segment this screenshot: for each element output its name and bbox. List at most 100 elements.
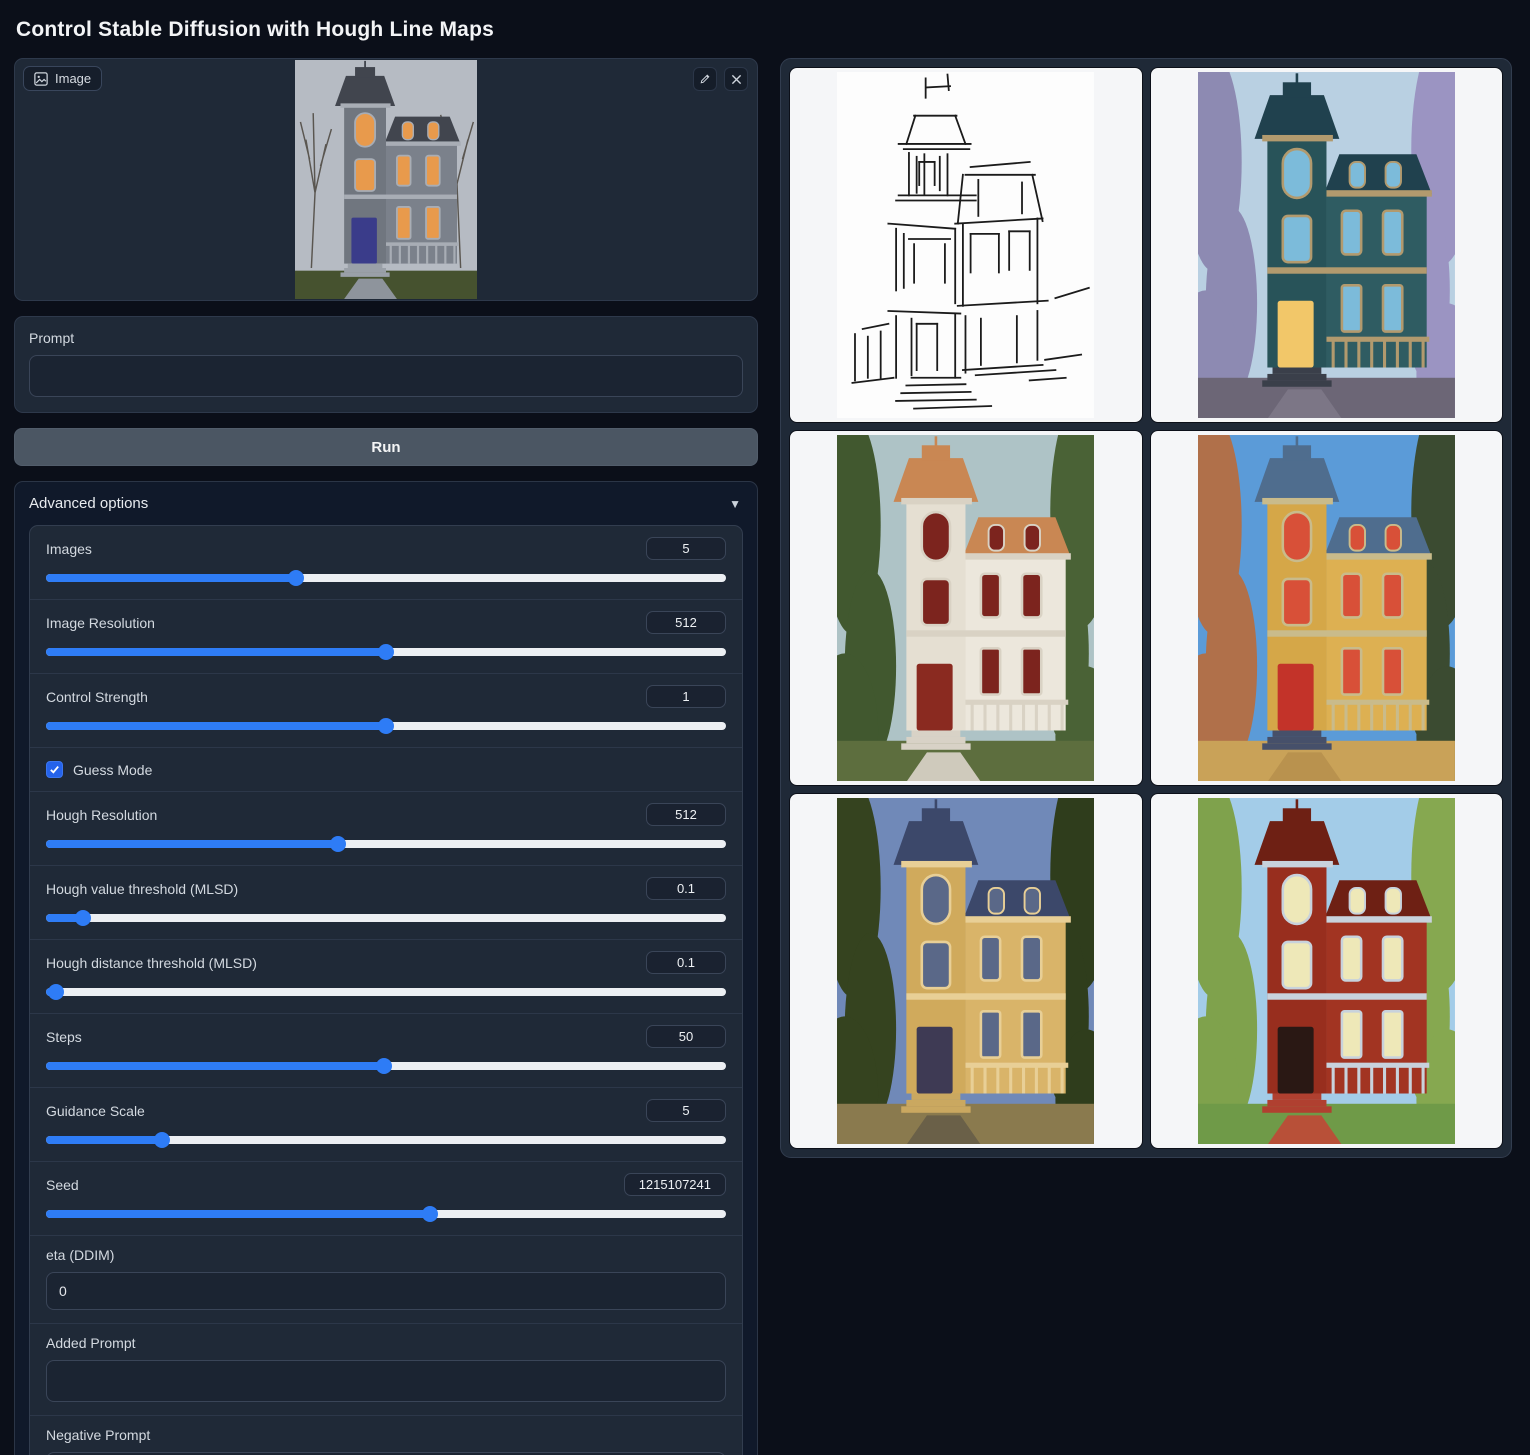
prompt-label: Prompt — [29, 330, 743, 346]
slider-thumb[interactable] — [154, 1132, 170, 1148]
slider-label: Image Resolution — [46, 615, 155, 631]
chevron-down-icon: ▼ — [729, 497, 741, 511]
slider-track — [46, 914, 726, 922]
slider-thumb[interactable] — [75, 910, 91, 926]
slider-fill — [46, 840, 338, 848]
slider-label: Seed — [46, 1177, 79, 1193]
slider[interactable] — [46, 910, 726, 926]
slider-value-input[interactable]: 1 — [646, 685, 726, 708]
slider[interactable] — [46, 1058, 726, 1074]
advanced-options-accordion: Advanced options ▼ Images 5 Image Resolu… — [14, 481, 758, 1455]
slider-row: Control Strength 1 — [30, 674, 742, 748]
slider[interactable] — [46, 570, 726, 586]
slider-thumb[interactable] — [422, 1206, 438, 1222]
slider[interactable] — [46, 644, 726, 660]
slider-thumb[interactable] — [378, 644, 394, 660]
run-button[interactable]: Run — [14, 428, 758, 466]
slider[interactable] — [46, 718, 726, 734]
slider-row: Steps 50 — [30, 1014, 742, 1088]
victorian-house-photo — [295, 60, 477, 299]
slider-value-input[interactable]: 5 — [646, 1099, 726, 1122]
number-field-label: eta (DDIM) — [46, 1247, 726, 1263]
hough-line-map-image — [837, 72, 1094, 419]
slider-row: Image Resolution 512 — [30, 600, 742, 674]
slider-row: Seed 1215107241 — [30, 1162, 742, 1236]
slider-label: Control Strength — [46, 689, 148, 705]
slider-value-input[interactable]: 0.1 — [646, 877, 726, 900]
textarea-field-label: Added Prompt — [46, 1335, 726, 1351]
gallery-item-yellow-victorian-painting[interactable] — [1150, 430, 1504, 786]
advanced-options-body: Images 5 Image Resolution 512 Control St… — [29, 525, 743, 1455]
slider-fill — [46, 1062, 384, 1070]
slider-row: Guidance Scale 5 — [30, 1088, 742, 1162]
slider-value-input[interactable]: 1215107241 — [624, 1173, 726, 1196]
pencil-icon — [699, 73, 711, 85]
number-field-row: eta (DDIM) — [30, 1236, 742, 1324]
slider-value-input[interactable]: 512 — [646, 803, 726, 826]
check-icon — [49, 764, 60, 775]
advanced-options-title: Advanced options — [29, 495, 148, 512]
red-brick-victorian-painting-image — [1198, 798, 1455, 1145]
gallery-item-hough-line-map[interactable] — [789, 67, 1143, 423]
clear-image-button[interactable] — [724, 67, 748, 91]
image-icon — [34, 72, 48, 86]
main-layout: Image — [14, 58, 1512, 1455]
slider-row: Hough value threshold (MLSD) 0.1 — [30, 866, 742, 940]
prompt-block: Prompt — [14, 316, 758, 413]
slider-fill — [46, 722, 386, 730]
slider-label: Steps — [46, 1029, 82, 1045]
slider-track — [46, 988, 726, 996]
slider-fill — [46, 1210, 430, 1218]
yellow-victorian-painting-image — [1198, 435, 1455, 782]
slider-label: Images — [46, 541, 92, 557]
slider-label: Hough Resolution — [46, 807, 157, 823]
slider-thumb[interactable] — [376, 1058, 392, 1074]
slider-fill — [46, 648, 386, 656]
slider-value-input[interactable]: 0.1 — [646, 951, 726, 974]
image-actions — [693, 67, 748, 91]
close-icon — [731, 74, 742, 85]
slider-thumb[interactable] — [48, 984, 64, 1000]
slider[interactable] — [46, 1132, 726, 1148]
slider-label: Hough distance threshold (MLSD) — [46, 955, 257, 971]
edit-image-button[interactable] — [693, 67, 717, 91]
gallery-item-red-brick-victorian-painting[interactable] — [1150, 793, 1504, 1149]
slider-fill — [46, 574, 296, 582]
number-input[interactable] — [46, 1272, 726, 1310]
guess-mode-row: Guess Mode — [30, 748, 742, 792]
slider[interactable] — [46, 836, 726, 852]
slider[interactable] — [46, 1206, 726, 1222]
page-title: Control Stable Diffusion with Hough Line… — [16, 18, 1512, 42]
white-victorian-painting-image — [837, 435, 1094, 782]
image-component-label: Image — [23, 66, 102, 91]
guess-mode-checkbox[interactable] — [46, 761, 63, 778]
image-input-component[interactable]: Image — [14, 58, 758, 301]
gallery-item-golden-victorian-painting[interactable] — [789, 793, 1143, 1149]
gallery-item-teal-victorian-painting[interactable] — [1150, 67, 1504, 423]
checkbox-label: Guess Mode — [73, 762, 152, 778]
input-image-canvas — [295, 60, 477, 299]
gallery-item-white-victorian-painting[interactable] — [789, 430, 1143, 786]
left-column: Image — [14, 58, 758, 1455]
golden-victorian-painting-image — [837, 798, 1094, 1145]
prompt-input[interactable] — [29, 355, 743, 397]
slider-thumb[interactable] — [288, 570, 304, 586]
teal-victorian-painting-image — [1198, 72, 1455, 419]
slider-label: Hough value threshold (MLSD) — [46, 881, 238, 897]
textarea-field-row: Added Prompt — [30, 1324, 742, 1416]
gallery-grid — [780, 58, 1512, 1158]
slider-value-input[interactable]: 5 — [646, 537, 726, 560]
app-window: Control Stable Diffusion with Hough Line… — [0, 0, 1530, 1455]
slider-value-input[interactable]: 50 — [646, 1025, 726, 1048]
slider-value-input[interactable]: 512 — [646, 611, 726, 634]
slider-row: Images 5 — [30, 526, 742, 600]
textarea-field-label: Negative Prompt — [46, 1427, 726, 1443]
textarea-field-row: Negative Prompt — [30, 1416, 742, 1455]
slider-thumb[interactable] — [330, 836, 346, 852]
advanced-options-header[interactable]: Advanced options ▼ — [15, 482, 757, 523]
slider-thumb[interactable] — [378, 718, 394, 734]
slider-row: Hough distance threshold (MLSD) 0.1 — [30, 940, 742, 1014]
textarea-input[interactable] — [46, 1360, 726, 1402]
slider-fill — [46, 1136, 162, 1144]
slider[interactable] — [46, 984, 726, 1000]
